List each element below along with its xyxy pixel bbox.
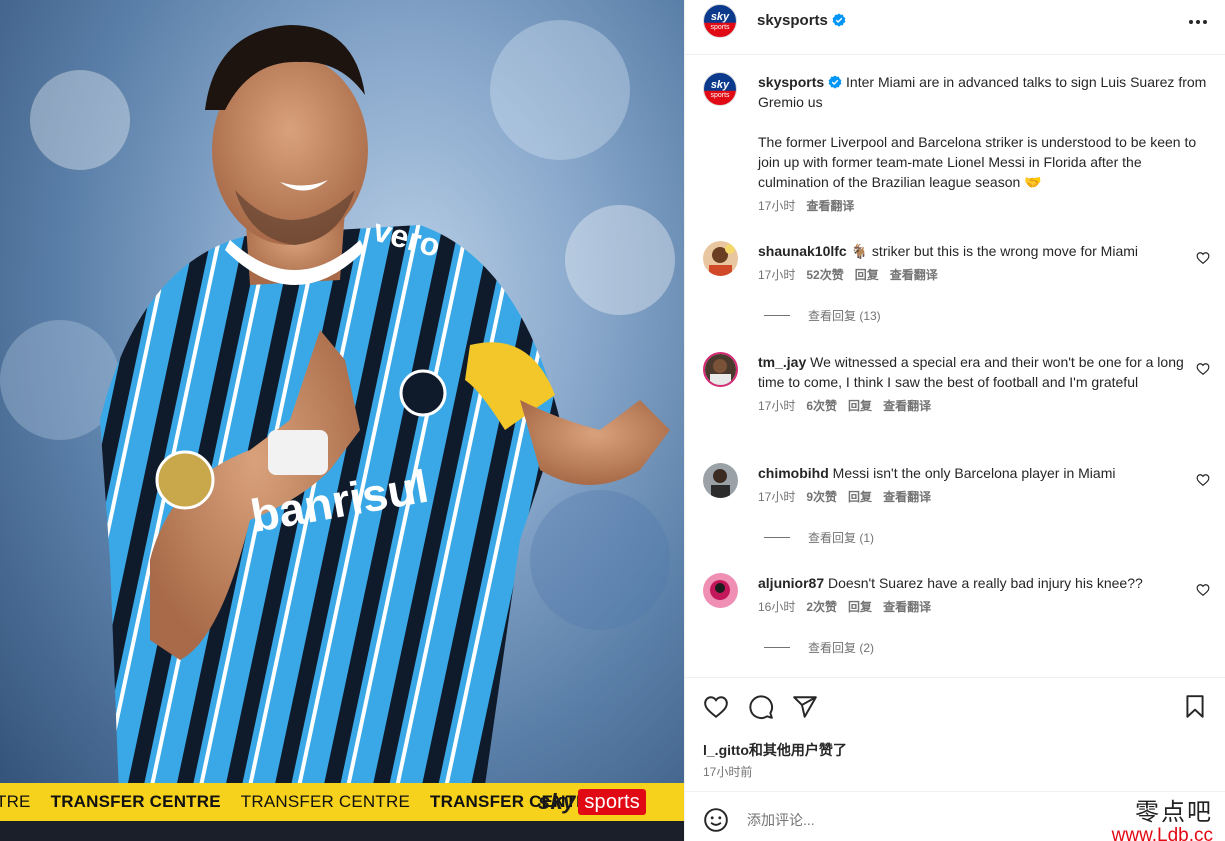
post-header: sky sports skysports [685,0,1225,55]
header-username[interactable]: skysports [757,12,846,29]
view-replies-button[interactable]: 查看回复 (2) [758,639,1218,656]
add-comment-input[interactable] [747,805,1077,835]
see-translation-link[interactable]: 查看翻译 [883,399,931,413]
reply-button[interactable]: 回复 [848,490,872,504]
comment-username[interactable]: aljunior87 [758,575,824,591]
player-illustration: banrisul vero [0,20,675,820]
comment-time[interactable]: 16小时 [758,600,795,614]
avatar[interactable]: sky sports [703,72,737,106]
comment-text: We witnessed a special era and their won… [758,354,1184,390]
caption-username[interactable]: skysports [758,74,824,90]
watermark-url: www.Ldb.cc [1111,825,1213,841]
comment-likes[interactable]: 9次赞 [806,490,837,504]
reply-button[interactable]: 回复 [848,600,872,614]
avatar[interactable]: sky sports [703,4,737,38]
site-watermark: 零点吧 www.Ldb.cc [1112,792,1213,841]
caption-time[interactable]: 17小时 [758,199,795,213]
comment-bubble-icon[interactable] [748,694,774,720]
emoji-icon[interactable] [703,807,729,833]
comment-meta: 17小时 9次赞 回复 查看翻译 [758,487,1193,507]
avatar-logo-sub: sports [710,24,730,31]
comment-item: shaunak10lfc 🐐 striker but this is the w… [703,241,1218,324]
see-translation-link[interactable]: 查看翻译 [806,199,854,213]
caption-text-line1: Inter Miami are in advanced talks to sig… [758,74,1207,110]
caption-meta: 17小时 查看翻译 [758,196,1208,216]
see-translation-link[interactable]: 查看翻译 [883,600,931,614]
view-replies-button[interactable]: 查看回复 (1) [758,529,1218,546]
comment-username[interactable]: chimobihd [758,465,829,481]
post-time[interactable]: 17小时前 [703,763,752,780]
see-translation-link[interactable]: 查看翻译 [890,268,938,282]
image-bottom-strip [0,821,684,841]
replies-divider [764,315,790,316]
like-comment-heart-icon[interactable] [1196,362,1210,376]
watermark-cn: 零点吧 [1135,798,1213,826]
see-translation-link[interactable]: 查看翻译 [883,490,931,504]
header-username-text[interactable]: skysports [757,12,828,29]
comments-list[interactable]: sky sports skysports Inter Miami are in … [685,56,1225,676]
sports-logo-text: sports [578,789,646,815]
post-image[interactable]: banrisul vero TRE TRANSFER CENTRE TRANSF… [0,0,684,841]
view-replies-label[interactable]: 查看回复 (13) [808,307,881,324]
ticker-item: TRANSFER CENTRE [240,792,411,811]
comment-item: chimobihd Messi isn't the only Barcelona… [703,463,1218,546]
ticker-item: TRE [0,792,31,811]
comment-meta: 17小时 6次赞 回复 查看翻译 [758,396,1193,416]
sky-sports-logo: sky sports [538,789,666,815]
comment-likes[interactable]: 6次赞 [806,399,837,413]
avatar-logo-sub: sports [710,92,730,99]
reply-button[interactable]: 回复 [848,399,872,413]
comment-likes[interactable]: 2次赞 [806,600,837,614]
avatar[interactable] [703,352,738,387]
reply-button[interactable]: 回复 [855,268,879,282]
avatar-logo-text: sky [710,11,730,23]
comment-meta: 17小时 52次赞 回复 查看翻译 [758,265,1193,285]
like-heart-icon[interactable] [703,694,729,720]
likes-summary[interactable]: l_.gitto和其他用户赞了 [703,740,847,760]
like-comment-heart-icon[interactable] [1196,583,1210,597]
view-replies-button[interactable]: 查看回复 (13) [758,307,1218,324]
post-caption: sky sports skysports Inter Miami are in … [703,72,1213,216]
avatar[interactable] [703,463,738,498]
comment-text: Messi isn't the only Barcelona player in… [832,465,1116,481]
verified-badge-icon [828,75,842,89]
caption-text-line2: The former Liverpool and Barcelona strik… [758,134,1197,190]
comment-time[interactable]: 17小时 [758,399,795,413]
comment-item: aljunior87 Doesn't Suarez have a really … [703,573,1218,656]
verified-badge-icon [832,13,846,27]
ticker-item: TRANSFER CENTRE [50,792,221,811]
comment-text: Doesn't Suarez have a really bad injury … [828,575,1143,591]
avatar-logo-text: sky [710,79,730,91]
like-comment-heart-icon[interactable] [1196,251,1210,265]
view-replies-label[interactable]: 查看回复 (2) [808,639,874,656]
comment-username[interactable]: shaunak10lfc [758,243,847,259]
comment-item: tm_.jay We witnessed a special era and t… [703,352,1218,416]
replies-divider [764,647,790,648]
replies-divider [764,537,790,538]
share-paper-plane-icon[interactable] [792,694,818,720]
view-replies-label[interactable]: 查看回复 (1) [808,529,874,546]
save-bookmark-icon[interactable] [1182,694,1208,720]
transfer-centre-ticker: TRE TRANSFER CENTRE TRANSFER CENTRE TRAN… [0,783,684,821]
avatar[interactable] [703,573,738,608]
comment-username[interactable]: tm_.jay [758,354,806,370]
comment-time[interactable]: 17小时 [758,268,795,282]
more-options-icon[interactable] [1184,10,1212,34]
comment-likes[interactable]: 52次赞 [806,268,843,282]
avatar[interactable] [703,241,738,276]
comment-meta: 16小时 2次赞 回复 查看翻译 [758,597,1193,617]
comment-text: 🐐 striker but this is the wrong move for… [850,243,1139,259]
post-side-panel: sky sports skysports sky sports skysport… [684,0,1225,841]
sky-logo-text: sky [538,789,576,814]
post-actions: l_.gitto和其他用户赞了 17小时前 [685,677,1225,791]
like-comment-heart-icon[interactable] [1196,473,1210,487]
comment-time[interactable]: 17小时 [758,490,795,504]
